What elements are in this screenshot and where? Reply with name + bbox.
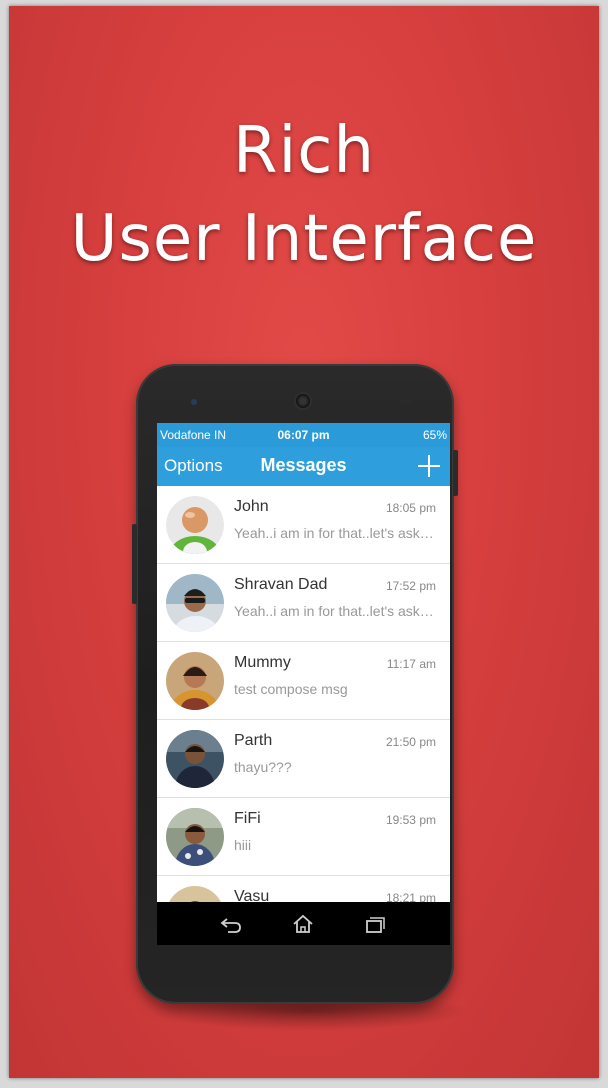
- app-bar: Options Messages: [157, 447, 450, 486]
- front-camera: [296, 394, 310, 408]
- message-preview: Yeah..i am in for that..let's ask…: [234, 525, 434, 541]
- proximity-sensor: [191, 399, 197, 405]
- conversation-row[interactable]: John 18:05 pm Yeah..i am in for that..le…: [157, 486, 450, 564]
- contact-name: FiFi: [234, 810, 261, 827]
- navigation-bar: [157, 902, 450, 945]
- message-preview: test compose msg: [234, 681, 348, 697]
- light-sensor: [401, 398, 411, 404]
- photo-avatar: [166, 730, 224, 788]
- page-title: Messages: [260, 455, 347, 475]
- message-time: 19:53 pm: [385, 813, 436, 827]
- conversation-row[interactable]: FiFi 19:53 pm hiii: [157, 798, 450, 876]
- conversation-row[interactable]: Mummy 11:17 am test compose msg: [157, 642, 450, 720]
- conversation-row[interactable]: Shravan Dad 17:52 pm Yeah..i am in for t…: [157, 564, 450, 642]
- contact-name: John: [234, 498, 269, 515]
- contact-name: Shravan Dad: [234, 576, 328, 593]
- recents-icon[interactable]: [364, 914, 386, 934]
- home-icon[interactable]: [292, 914, 314, 934]
- conversation-list: John 18:05 pm Yeah..i am in for that..le…: [157, 486, 450, 945]
- message-time: 17:52 pm: [385, 579, 436, 593]
- battery-level: 65%: [422, 428, 447, 442]
- message-time: 18:05 pm: [385, 501, 436, 515]
- headline-line-1: Rich: [233, 114, 375, 188]
- conversation-row[interactable]: Parth 21:50 pm thayu???: [157, 720, 450, 798]
- default-avatar: [166, 496, 224, 554]
- phone-device: Vodafone IN 06:07 pm 65% Options Message…: [132, 364, 458, 1004]
- volume-button: [132, 524, 137, 604]
- phone-screen: Vodafone IN 06:07 pm 65% Options Message…: [157, 423, 450, 945]
- message-preview: thayu???: [234, 759, 292, 775]
- status-bar: Vodafone IN 06:07 pm 65%: [157, 423, 450, 447]
- message-time: 11:17 am: [386, 657, 436, 671]
- status-time: 06:07 pm: [277, 428, 330, 442]
- back-icon[interactable]: [220, 914, 242, 934]
- power-button: [453, 450, 458, 496]
- contact-name: Parth: [234, 732, 273, 749]
- message-time: 21:50 pm: [385, 735, 436, 749]
- headline-line-2: User Interface: [70, 202, 538, 276]
- photo-avatar: [166, 574, 224, 632]
- contact-name: Mummy: [234, 654, 291, 671]
- plus-icon[interactable]: [416, 453, 442, 479]
- photo-avatar: [166, 808, 224, 866]
- photo-avatar: [166, 652, 224, 710]
- message-preview: Yeah..i am in for that..let's ask…: [234, 603, 434, 619]
- message-preview: hiii: [234, 837, 252, 853]
